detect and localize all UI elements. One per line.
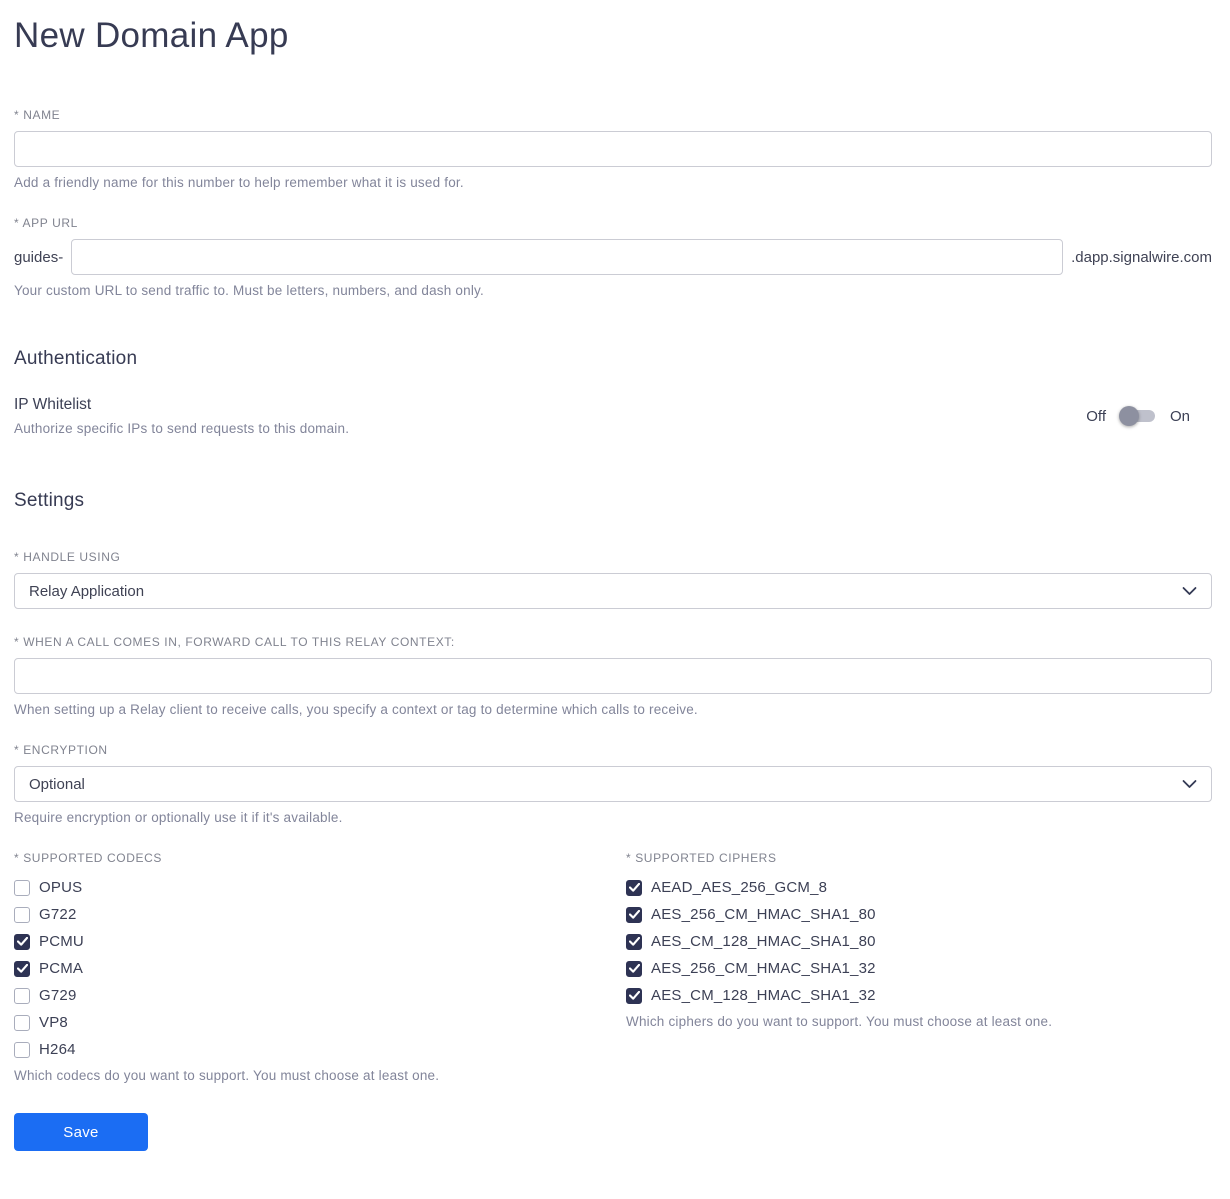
relay-context-label: * WHEN A CALL COMES IN, FORWARD CALL TO … bbox=[14, 635, 455, 649]
check-icon bbox=[628, 937, 640, 946]
check-icon bbox=[628, 991, 640, 1000]
checkbox-label: AES_256_CM_HMAC_SHA1_80 bbox=[651, 906, 876, 923]
page-title: New Domain App bbox=[14, 16, 289, 55]
supported-ciphers-label: * SUPPORTED CIPHERS bbox=[626, 851, 777, 865]
check-icon bbox=[628, 883, 640, 892]
checkbox[interactable] bbox=[14, 933, 30, 950]
app-url-help-text: Your custom URL to send traffic to. Must… bbox=[14, 283, 484, 298]
supported-codecs-label: * SUPPORTED CODECS bbox=[14, 851, 162, 865]
checkbox-label: G729 bbox=[39, 987, 77, 1004]
handle-using-select[interactable]: Relay Application bbox=[14, 573, 1212, 609]
check-icon bbox=[628, 964, 640, 973]
codec-checkbox-row[interactable]: PCMA bbox=[14, 960, 626, 977]
ip-whitelist-toggle-group: Off On bbox=[1086, 406, 1212, 426]
codec-checkbox-row[interactable]: H264 bbox=[14, 1041, 626, 1058]
codec-checkbox-row[interactable]: G722 bbox=[14, 906, 626, 923]
checkbox-label: PCMA bbox=[39, 960, 84, 977]
name-field-group: * NAME Add a friendly name for this numb… bbox=[14, 108, 1212, 190]
name-input[interactable] bbox=[14, 131, 1212, 167]
cipher-checkbox-row[interactable]: AES_CM_128_HMAC_SHA1_80 bbox=[626, 933, 1212, 950]
save-button[interactable]: Save bbox=[14, 1113, 148, 1151]
relay-context-help-text: When setting up a Relay client to receiv… bbox=[14, 702, 698, 717]
checkbox[interactable] bbox=[626, 960, 642, 977]
ciphers-checkbox-list: AEAD_AES_256_GCM_8 AES_256_CM_HMAC_SHA1_… bbox=[626, 879, 1212, 1004]
codecs-checkbox-list: OPUS G722 PCMU PCMA G729 VP8 H264 bbox=[14, 879, 626, 1058]
cipher-checkbox-row[interactable]: AEAD_AES_256_GCM_8 bbox=[626, 879, 1212, 896]
codecs-help-text: Which codecs do you want to support. You… bbox=[14, 1068, 440, 1083]
checkbox-label: PCMU bbox=[39, 933, 84, 950]
toggle-off-label: Off bbox=[1086, 407, 1106, 425]
checkbox[interactable] bbox=[14, 960, 30, 977]
codec-checkbox-row[interactable]: OPUS bbox=[14, 879, 626, 896]
authentication-heading: Authentication bbox=[14, 348, 138, 369]
checkbox[interactable] bbox=[626, 933, 642, 950]
encryption-select[interactable]: Optional bbox=[14, 766, 1212, 802]
ciphers-help-text: Which ciphers do you want to support. Yo… bbox=[626, 1014, 1053, 1029]
checkbox-label: VP8 bbox=[39, 1014, 68, 1031]
chevron-down-icon bbox=[1182, 587, 1197, 596]
chevron-down-icon bbox=[1182, 780, 1197, 789]
checkbox-label: G722 bbox=[39, 906, 77, 923]
checkbox[interactable] bbox=[626, 879, 642, 896]
checkbox-label: H264 bbox=[39, 1041, 76, 1058]
codecs-ciphers-columns: * SUPPORTED CODECS OPUS G722 PCMU PCMA G… bbox=[14, 851, 1212, 1083]
checkbox-label: AES_256_CM_HMAC_SHA1_32 bbox=[651, 960, 876, 977]
check-icon bbox=[628, 910, 640, 919]
name-label: * NAME bbox=[14, 108, 61, 122]
handle-using-group: * HANDLE USING Relay Application bbox=[14, 550, 1212, 609]
app-url-prefix: guides- bbox=[14, 248, 64, 266]
encryption-help-text: Require encryption or optionally use it … bbox=[14, 810, 343, 825]
new-domain-app-page: New Domain App * NAME Add a friendly nam… bbox=[0, 0, 1230, 1199]
checkbox[interactable] bbox=[14, 1041, 30, 1058]
cipher-checkbox-row[interactable]: AES_256_CM_HMAC_SHA1_80 bbox=[626, 906, 1212, 923]
ip-whitelist-row: IP Whitelist Authorize specific IPs to s… bbox=[14, 396, 1212, 436]
app-url-row: guides- .dapp.signalwire.com bbox=[14, 239, 1212, 275]
codec-checkbox-row[interactable]: PCMU bbox=[14, 933, 626, 950]
check-icon bbox=[16, 937, 28, 946]
relay-context-input[interactable] bbox=[14, 658, 1212, 694]
ip-whitelist-text-block: IP Whitelist Authorize specific IPs to s… bbox=[14, 396, 349, 436]
checkbox[interactable] bbox=[14, 987, 30, 1004]
name-help-text: Add a friendly name for this number to h… bbox=[14, 175, 464, 190]
relay-context-group: * WHEN A CALL COMES IN, FORWARD CALL TO … bbox=[14, 635, 1212, 717]
toggle-knob-icon bbox=[1118, 406, 1139, 426]
codec-checkbox-row[interactable]: G729 bbox=[14, 987, 626, 1004]
encryption-label: * ENCRYPTION bbox=[14, 743, 108, 757]
supported-ciphers-group: * SUPPORTED CIPHERS AEAD_AES_256_GCM_8 A… bbox=[626, 851, 1212, 1083]
checkbox-label: AES_CM_128_HMAC_SHA1_32 bbox=[651, 987, 876, 1004]
handle-using-label: * HANDLE USING bbox=[14, 550, 121, 564]
ip-whitelist-toggle[interactable] bbox=[1118, 406, 1157, 426]
checkbox[interactable] bbox=[14, 1014, 30, 1031]
checkbox[interactable] bbox=[14, 906, 30, 923]
cipher-checkbox-row[interactable]: AES_CM_128_HMAC_SHA1_32 bbox=[626, 987, 1212, 1004]
checkbox-label: OPUS bbox=[39, 879, 83, 896]
checkbox-label: AEAD_AES_256_GCM_8 bbox=[651, 879, 828, 896]
checkbox[interactable] bbox=[14, 879, 30, 896]
settings-heading: Settings bbox=[14, 490, 85, 511]
ip-whitelist-help-text: Authorize specific IPs to send requests … bbox=[14, 421, 350, 436]
toggle-on-label: On bbox=[1169, 407, 1190, 425]
cipher-checkbox-row[interactable]: AES_256_CM_HMAC_SHA1_32 bbox=[626, 960, 1212, 977]
app-url-field-group: * APP URL guides- .dapp.signalwire.com Y… bbox=[14, 216, 1212, 298]
app-url-label: * APP URL bbox=[14, 216, 78, 230]
app-url-suffix: .dapp.signalwire.com bbox=[1071, 248, 1212, 266]
supported-codecs-group: * SUPPORTED CODECS OPUS G722 PCMU PCMA G… bbox=[14, 851, 626, 1083]
encryption-selected-value: Optional bbox=[29, 775, 85, 793]
checkbox[interactable] bbox=[626, 987, 642, 1004]
codec-checkbox-row[interactable]: VP8 bbox=[14, 1014, 626, 1031]
handle-using-selected-value: Relay Application bbox=[29, 582, 145, 600]
check-icon bbox=[16, 964, 28, 973]
ip-whitelist-label: IP Whitelist bbox=[14, 396, 92, 413]
checkbox-label: AES_CM_128_HMAC_SHA1_80 bbox=[651, 933, 876, 950]
checkbox[interactable] bbox=[626, 906, 642, 923]
app-url-input[interactable] bbox=[71, 239, 1064, 275]
encryption-group: * ENCRYPTION Optional Require encryption… bbox=[14, 743, 1212, 825]
